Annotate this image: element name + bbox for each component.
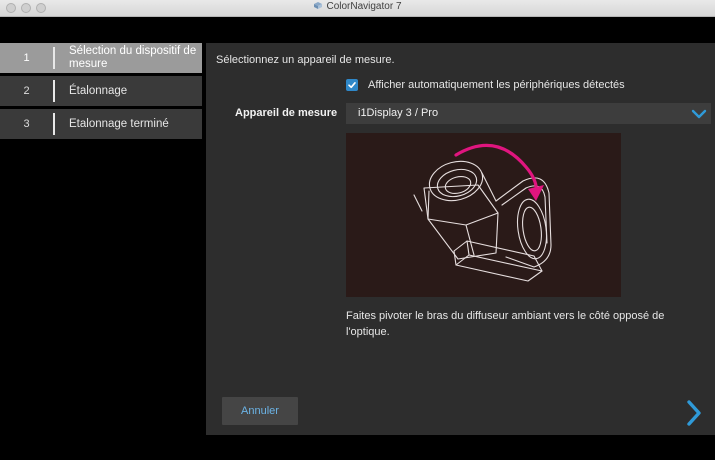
auto-detect-label: Afficher automatiquement les périphériqu…: [368, 79, 625, 91]
step-label: Étalonnage: [69, 84, 128, 97]
main-panel: Sélectionnez un appareil de mesure. Affi…: [206, 43, 715, 435]
step-item-calibration-complete[interactable]: 3 Etalonnage terminé: [0, 109, 202, 139]
step-item-device-selection[interactable]: 1 Sélection du dispositif de mesure: [0, 43, 202, 73]
instruction-text: Faites pivoter le bras du diffuseur ambi…: [346, 310, 665, 338]
step-label: Etalonnage terminé: [69, 117, 169, 130]
device-select[interactable]: i1Display 3 / Pro: [346, 103, 711, 124]
step-divider: [53, 80, 55, 102]
step-number: 1: [23, 52, 30, 64]
page-prompt: Sélectionnez un appareil de mesure.: [216, 54, 395, 66]
window-title: ColorNavigator 7: [326, 1, 402, 12]
device-select-value: i1Display 3 / Pro: [358, 107, 439, 119]
step-divider: [53, 113, 55, 135]
title-bar: ColorNavigator 7: [0, 0, 715, 17]
chevron-down-icon: [691, 109, 707, 119]
step-list: 1 Sélection du dispositif de mesure 2 Ét…: [0, 43, 202, 142]
auto-detect-option[interactable]: Afficher automatiquement les périphériqu…: [346, 79, 625, 91]
step-number: 2: [23, 85, 30, 97]
chevron-right-icon[interactable]: [682, 398, 706, 428]
step-label: Sélection du dispositif de mesure: [69, 45, 197, 70]
auto-detect-checkbox[interactable]: [346, 79, 358, 91]
cancel-button[interactable]: Annuler: [222, 397, 298, 425]
step-divider: [53, 47, 55, 69]
step-item-calibration[interactable]: 2 Étalonnage: [0, 76, 202, 106]
device-illustration: [346, 133, 621, 297]
step-number: 3: [23, 118, 30, 130]
device-label: Appareil de mesure: [235, 107, 338, 119]
app-icon: [314, 2, 323, 9]
colorimeter-rotate-illustration: [413, 143, 552, 282]
checkmark-icon: [348, 82, 356, 89]
